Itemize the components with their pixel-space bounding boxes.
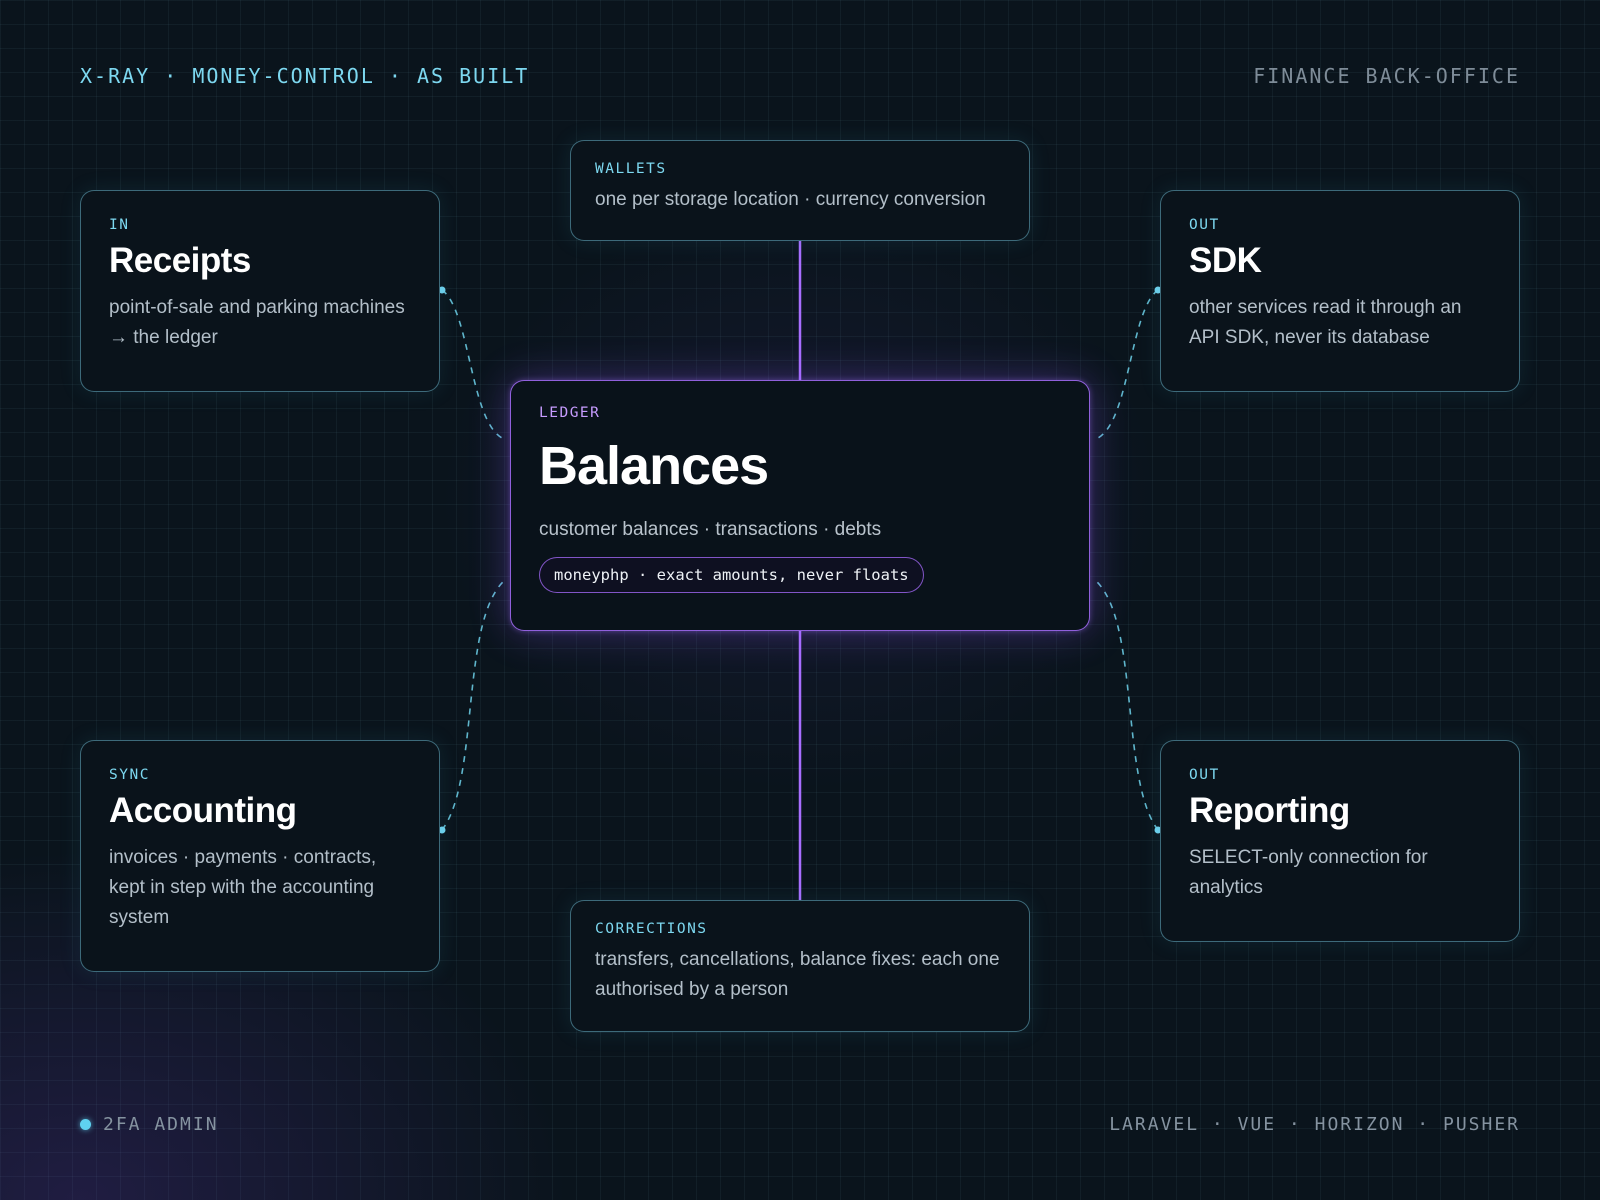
accounting-card: SYNC Accounting invoices · payments · co… <box>80 740 440 972</box>
ledger-kicker: LEDGER <box>539 405 601 421</box>
ledger-title: Balances <box>539 436 769 496</box>
ledger-card: LEDGER Balances customer balances · tran… <box>510 380 1090 631</box>
accounting-title: Accounting <box>109 791 297 830</box>
footer-status-label: 2FA ADMIN <box>103 1114 219 1135</box>
accounting-kicker: SYNC <box>109 767 150 783</box>
sdk-card: OUT SDK other services read it through a… <box>1160 190 1520 392</box>
wallets-description: one per storage location · currency conv… <box>595 189 986 210</box>
corrections-card: CORRECTIONS transfers, cancellations, ba… <box>570 900 1030 1032</box>
sdk-ledger-connector <box>1097 289 1159 439</box>
reporting-ledger-connector <box>1094 579 1159 831</box>
header-title: X-RAY · MONEY-CONTROL · AS BUILT <box>80 64 530 88</box>
receipts-kicker: IN <box>109 217 130 233</box>
reporting-title: Reporting <box>1189 791 1350 830</box>
receipts-ledger-connector <box>441 289 503 439</box>
status-dot-icon <box>80 1119 91 1130</box>
reporting-description: SELECT-only connection for analytics <box>1189 847 1428 898</box>
wallets-kicker: WALLETS <box>595 161 667 177</box>
header-subtitle: FINANCE BACK-OFFICE <box>1253 64 1520 88</box>
corrections-description: transfers, cancellations, balance fixes:… <box>595 949 1000 1000</box>
footer-status: 2FA ADMIN <box>80 1114 219 1135</box>
receipts-card: IN Receipts point-of-sale and parking ma… <box>80 190 440 392</box>
sdk-description: other services read it through an API SD… <box>1189 297 1462 348</box>
footer-stack: LARAVEL · VUE · HORIZON · PUSHER <box>1109 1114 1520 1135</box>
corrections-kicker: CORRECTIONS <box>595 921 708 937</box>
receipts-title: Receipts <box>109 241 251 280</box>
sdk-kicker: OUT <box>1189 217 1220 233</box>
accounting-description: invoices · payments · contracts, kept in… <box>109 847 377 928</box>
accounting-ledger-connector <box>441 579 506 831</box>
wallets-card: WALLETS one per storage location · curre… <box>570 140 1030 241</box>
sdk-title: SDK <box>1189 241 1262 280</box>
receipts-description: point-of-sale and parking machines → the… <box>109 297 405 348</box>
ledger-description: customer balances · transactions · debts <box>539 519 882 540</box>
reporting-card: OUT Reporting SELECT-only connection for… <box>1160 740 1520 942</box>
reporting-kicker: OUT <box>1189 767 1220 783</box>
ledger-tag-pill: moneyphp · exact amounts, never floats <box>539 557 924 593</box>
